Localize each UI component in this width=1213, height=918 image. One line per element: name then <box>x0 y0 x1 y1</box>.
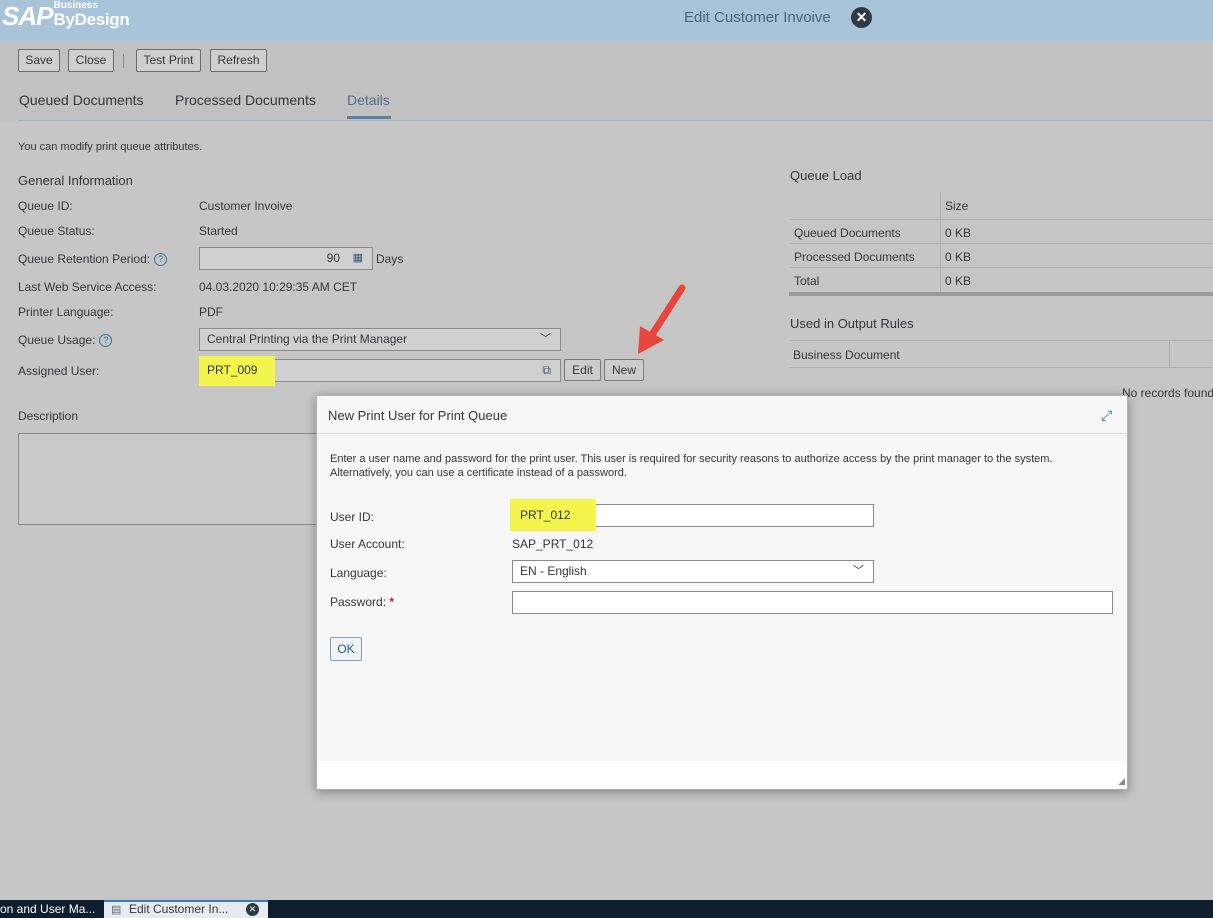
description-title: Description <box>18 409 79 423</box>
row-name: Processed Documents <box>794 250 915 264</box>
active-tab-indicator <box>347 116 391 119</box>
annotation-arrow-icon <box>638 284 686 354</box>
close-button[interactable]: Close <box>68 49 114 72</box>
retention-period-input[interactable]: 90 ▦ <box>199 247 373 270</box>
info-hint: You can modify print queue attributes. <box>18 141 203 153</box>
assigned-user-input[interactable]: PRT_009 ⧉ <box>199 356 561 386</box>
new-user-button[interactable]: New <box>604 359 644 381</box>
queue-id-label: Queue ID: <box>18 199 73 213</box>
table-header-row: Size <box>789 192 1213 220</box>
queue-usage-select[interactable]: Central Printing via the Print Manager ﹀ <box>199 328 561 351</box>
logo-bydesign-text: ByDesign <box>53 10 130 29</box>
retention-period-value: 90 <box>326 251 340 265</box>
table-row: Total 0 KB <box>789 268 1213 292</box>
retention-unit: Days <box>376 252 404 266</box>
retention-period-label-row: Queue Retention Period:? <box>18 252 168 267</box>
help-icon[interactable]: ? <box>99 334 113 348</box>
calculator-icon[interactable]: ▦ <box>353 248 363 269</box>
dialog-title: New Print User for Print Queue <box>328 408 508 423</box>
output-rules-header-row: Business Document <box>789 340 1213 368</box>
assigned-user-label: Assigned User: <box>18 364 100 378</box>
last-access-label: Last Web Service Access: <box>18 280 157 294</box>
language-value: EN - English <box>520 564 587 578</box>
sap-bydesign-logo: SAP Business ByDesign <box>2 1 130 33</box>
resize-handle-icon[interactable]: ◢ <box>1118 776 1125 787</box>
queue-status-label: Queue Status: <box>18 224 95 238</box>
row-name: Total <box>794 274 820 288</box>
table-row: Processed Documents 0 KB <box>789 244 1213 268</box>
description-textarea[interactable] <box>18 433 318 525</box>
taskbar: on and User Ma... ▤ Edit Customer In... … <box>0 900 1213 918</box>
toolbar-area: Save Close Test Print Refresh Queued Doc… <box>0 42 1213 122</box>
logo-sap-text: SAP <box>2 1 53 31</box>
user-account-label: User Account: <box>330 537 405 551</box>
value-help-icon[interactable]: ⧉ <box>542 360 551 381</box>
document-icon: ▤ <box>111 904 122 916</box>
password-input[interactable] <box>512 591 1113 614</box>
window-title: Edit Customer Invoive <box>684 9 831 26</box>
dialog-instructions: Enter a user name and password for the p… <box>330 453 1053 479</box>
password-label-row: Password: * <box>330 595 394 609</box>
printer-language-value: PDF <box>199 305 223 319</box>
tab-processed-documents[interactable]: Processed Documents <box>175 92 316 108</box>
new-print-user-dialog: New Print User for Print Queue ⤢ Enter a… <box>316 395 1128 790</box>
printer-language-label: Printer Language: <box>18 305 114 319</box>
row-name: Queued Documents <box>794 226 901 240</box>
expand-icon[interactable]: ⤢ <box>1101 408 1115 422</box>
toolbar-separator <box>123 54 124 68</box>
retention-period-label: Queue Retention Period: <box>18 252 151 266</box>
edit-user-button[interactable]: Edit <box>564 359 601 381</box>
general-information-title: General Information <box>18 173 133 188</box>
close-window-icon[interactable]: ✕ <box>851 7 872 28</box>
refresh-button[interactable]: Refresh <box>210 49 267 72</box>
user-id-input[interactable]: PRT_012 <box>510 499 874 531</box>
dialog-header-divider <box>317 433 1127 434</box>
queue-id-value: Customer Invoive <box>199 199 293 213</box>
size-column-header: Size <box>945 199 969 213</box>
tab-queued-documents[interactable]: Queued Documents <box>19 92 144 108</box>
close-icon[interactable]: ✕ <box>246 903 259 916</box>
tab-bar-divider <box>18 120 1213 121</box>
help-icon[interactable]: ? <box>154 253 168 267</box>
business-document-column-header: Business Document <box>793 348 900 362</box>
required-marker: * <box>389 595 395 609</box>
queue-status-value: Started <box>199 224 238 238</box>
queue-load-table: Size Queued Documents 0 KB Processed Doc… <box>789 192 1213 292</box>
test-print-button[interactable]: Test Print <box>136 49 201 72</box>
table-bottom-border <box>789 292 1213 296</box>
ok-button[interactable]: OK <box>330 637 362 661</box>
row-size: 0 KB <box>945 250 972 264</box>
dialog-footer <box>317 761 1127 789</box>
user-account-value: SAP_PRT_012 <box>512 537 594 551</box>
chevron-down-icon[interactable]: ﹀ <box>853 561 864 582</box>
queue-usage-label-row: Queue Usage:? <box>18 333 113 348</box>
taskbar-item[interactable]: on and User Ma... <box>0 900 102 918</box>
queue-usage-label: Queue Usage: <box>18 333 96 347</box>
language-select[interactable]: EN - English ﹀ <box>512 560 874 583</box>
last-access-value: 04.03.2020 10:29:35 AM CET <box>199 280 358 294</box>
password-label: Password: <box>330 595 387 609</box>
table-row: Queued Documents 0 KB <box>789 220 1213 244</box>
row-size: 0 KB <box>945 274 972 288</box>
assigned-user-value: PRT_009 <box>207 363 258 377</box>
language-label: Language: <box>330 566 387 580</box>
user-id-label: User ID: <box>330 510 375 524</box>
chevron-down-icon[interactable]: ﹀ <box>540 329 551 350</box>
tab-details[interactable]: Details <box>347 92 390 108</box>
save-button[interactable]: Save <box>18 49 60 72</box>
taskbar-item-label: Edit Customer In... <box>129 902 229 916</box>
shell-header: SAP Business ByDesign Edit Customer Invo… <box>0 0 1213 42</box>
row-size: 0 KB <box>945 226 972 240</box>
user-id-value: PRT_012 <box>520 508 571 522</box>
queue-load-title: Queue Load <box>790 168 862 183</box>
no-records-text: No records found <box>1122 386 1213 400</box>
queue-usage-value: Central Printing via the Print Manager <box>207 332 408 346</box>
output-rules-title: Used in Output Rules <box>790 316 914 331</box>
taskbar-item-active[interactable]: ▤ Edit Customer In... ✕ <box>104 900 268 918</box>
